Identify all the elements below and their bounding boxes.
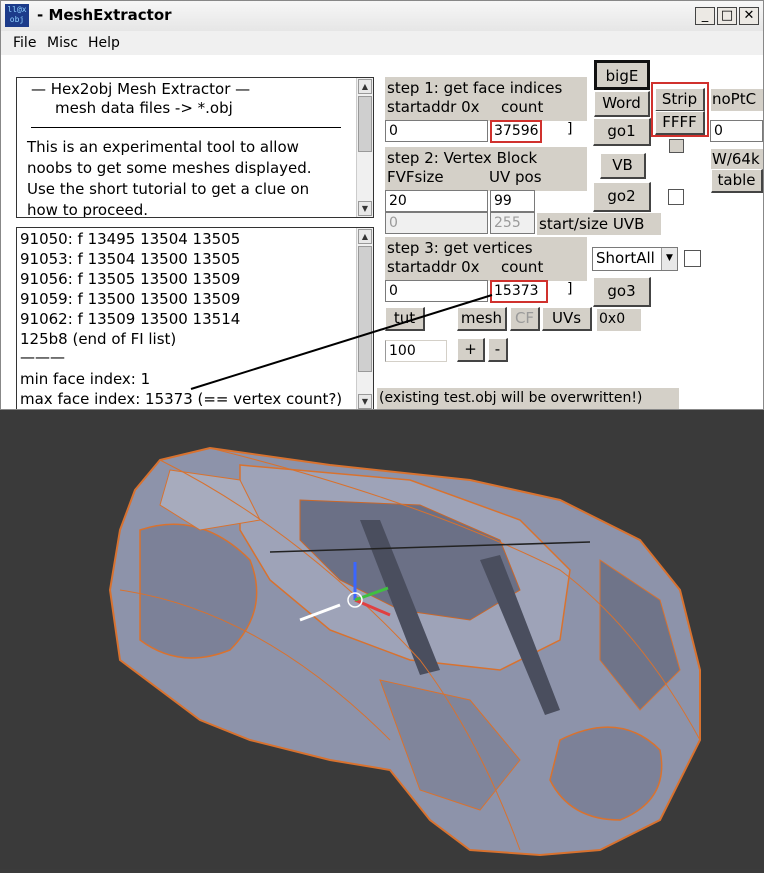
app-icon-text-top: ll@x xyxy=(7,5,27,14)
car-mesh xyxy=(108,446,701,857)
window-title-text: MeshExtractor xyxy=(48,6,172,24)
menu-misc[interactable]: Misc xyxy=(47,35,78,51)
app-icon-text-bottom: obj xyxy=(9,15,25,24)
menu-file[interactable]: File xyxy=(13,35,36,51)
annotation-pointer xyxy=(190,294,493,390)
window-title: - MeshExtractor xyxy=(37,6,172,24)
minimize-button[interactable]: _ xyxy=(695,7,715,25)
menu-bar: File Misc Help xyxy=(1,31,763,55)
title-bar[interactable]: ll@x obj - MeshExtractor _ □ ✕ xyxy=(1,1,763,31)
maximize-button[interactable]: □ xyxy=(717,7,737,25)
app-window: ll@x obj - MeshExtractor _ □ ✕ File Misc… xyxy=(0,0,764,410)
menu-help[interactable]: Help xyxy=(88,35,120,51)
render-viewport xyxy=(0,410,764,869)
app-icon: ll@x obj xyxy=(5,4,29,27)
close-button[interactable]: ✕ xyxy=(739,7,759,25)
annotation-line xyxy=(190,294,493,390)
client-area: — Hex2obj Mesh Extractor — mesh data fil… xyxy=(1,55,763,409)
mesh-render xyxy=(108,446,701,857)
